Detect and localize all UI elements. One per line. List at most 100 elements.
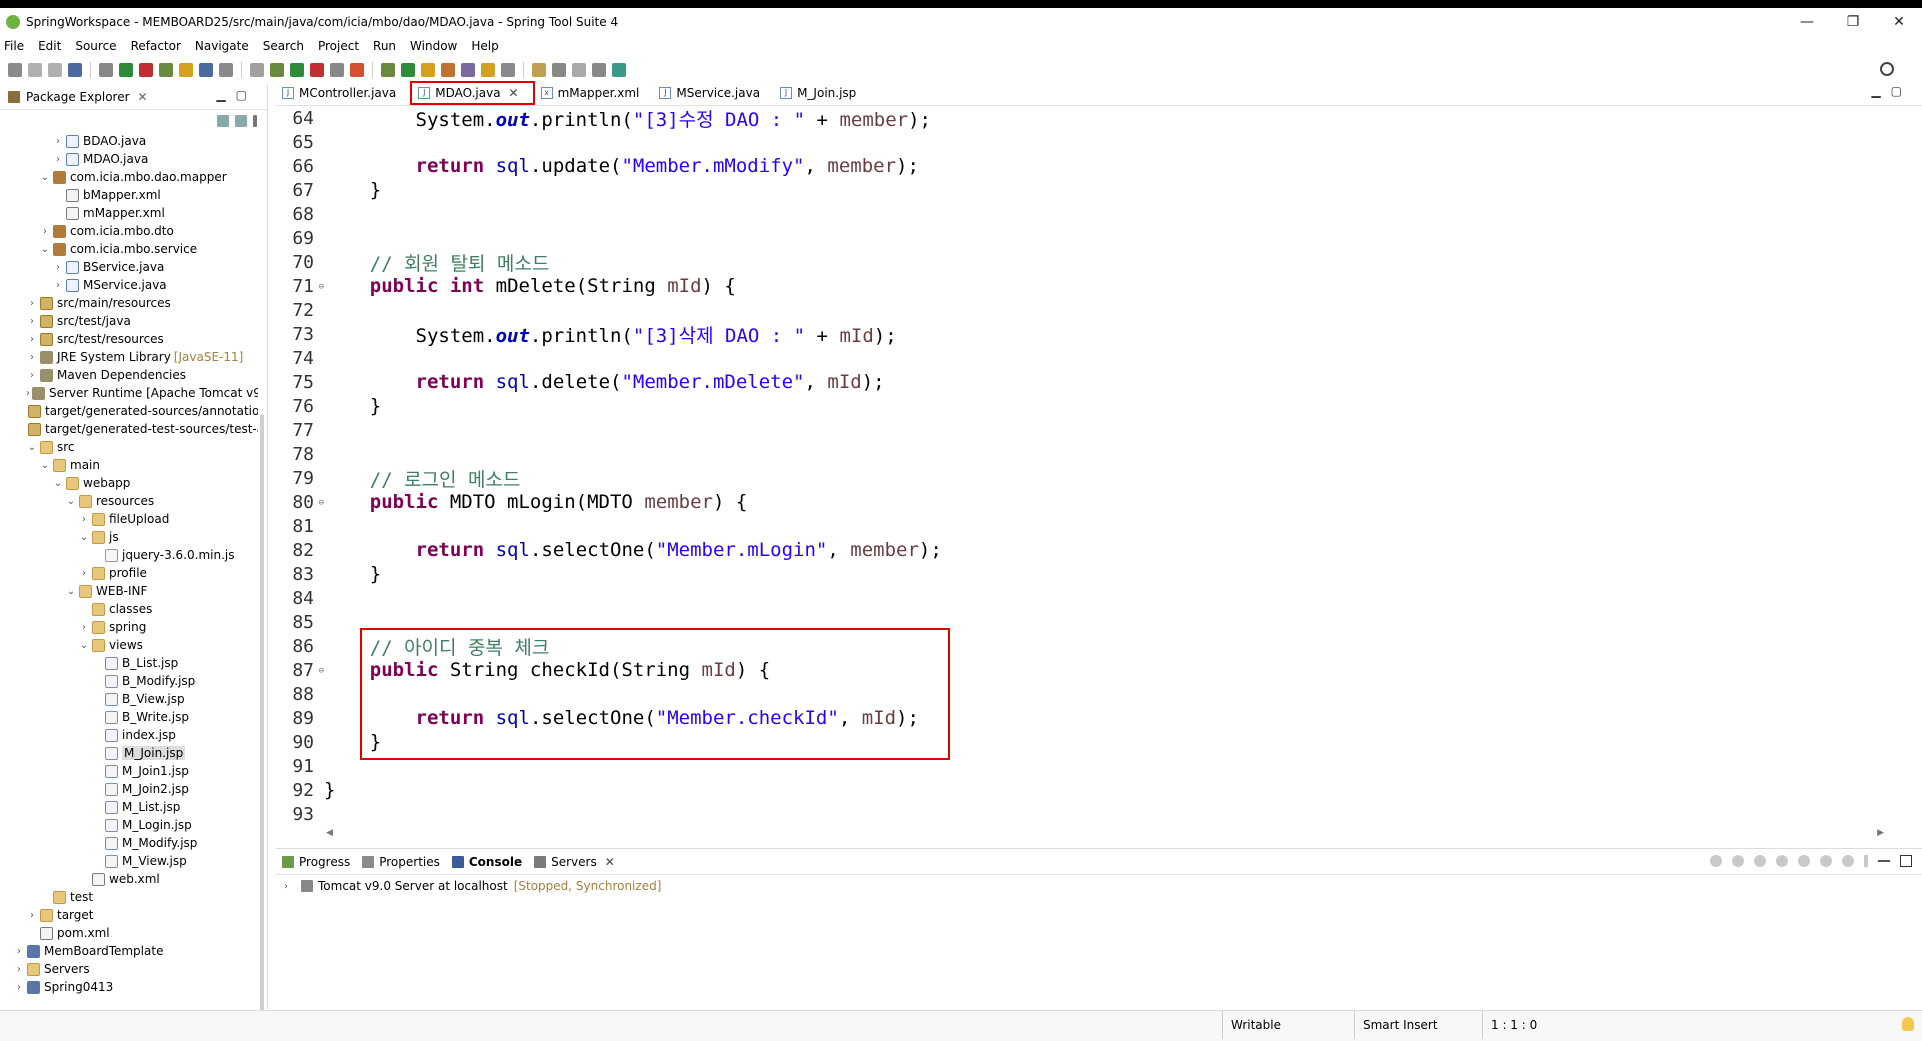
tree-item[interactable]: › src/test/resources: [0, 330, 258, 348]
collapse-icon[interactable]: ⌄: [39, 244, 51, 255]
tree-item[interactable]: › src/main/resources: [0, 294, 258, 312]
spring-icon[interactable]: [139, 63, 153, 77]
close-tab-icon[interactable]: ✕: [509, 86, 519, 100]
code-line[interactable]: 70 // 회원 탈퇴 메소드: [276, 250, 1896, 275]
coverage-icon[interactable]: [179, 63, 193, 77]
tree-item[interactable]: bMapper.xml: [0, 186, 258, 204]
collapse-all-icon[interactable]: [217, 115, 229, 127]
tree-item[interactable]: › BService.java: [0, 258, 258, 276]
editor-tab[interactable]: J MController.java: [276, 81, 410, 105]
expand-icon[interactable]: ›: [52, 280, 64, 291]
close-window-button[interactable]: ✕: [1876, 8, 1922, 36]
scroll-right-icon[interactable]: ▶: [1877, 828, 1884, 838]
perspective-icon-3[interactable]: [592, 63, 606, 77]
collapse-icon[interactable]: ⌄: [78, 532, 90, 543]
collapse-icon[interactable]: ⌄: [39, 460, 51, 471]
expand-icon[interactable]: ›: [78, 514, 90, 525]
editor-tab[interactable]: J MDAO.java ✕: [410, 80, 535, 105]
tab-servers[interactable]: Servers ✕: [534, 855, 615, 869]
tree-item[interactable]: › target: [0, 906, 258, 924]
new-server-icon[interactable]: [270, 63, 284, 77]
server-row[interactable]: › Tomcat v9.0 Server at localhost [Stopp…: [276, 875, 1922, 897]
view-menu-icon[interactable]: [253, 115, 257, 127]
menu-window[interactable]: Window: [410, 39, 457, 53]
fold-icon[interactable]: ⊖: [319, 666, 324, 676]
tree-item[interactable]: ⌄ com.icia.mbo.dao.mapper: [0, 168, 258, 186]
start-server-icon[interactable]: [1754, 855, 1766, 867]
tab-properties[interactable]: Properties: [362, 855, 440, 869]
tree-item[interactable]: target/generated-sources/annotation: [0, 402, 258, 420]
expand-icon[interactable]: ›: [52, 154, 64, 165]
editor-horizontal-scrollbar[interactable]: ◀ ▶: [276, 828, 1888, 838]
perspective-icon-2[interactable]: [572, 63, 586, 77]
close-icon[interactable]: ✕: [138, 90, 148, 104]
open-task-icon[interactable]: [330, 63, 344, 77]
external-tools-icon[interactable]: [250, 63, 264, 77]
tree-vertical-scrollbar[interactable]: [260, 414, 264, 1041]
minimize-view-icon[interactable]: [1878, 860, 1890, 862]
collapse-icon[interactable]: [1710, 855, 1722, 867]
code-line[interactable]: 72: [276, 298, 1896, 322]
tab-progress[interactable]: Progress: [282, 855, 350, 869]
tree-item[interactable]: B_List.jsp: [0, 654, 258, 672]
forward-icon[interactable]: [461, 63, 475, 77]
code-line[interactable]: 64 System.out.println("[3]수정 DAO : " + m…: [276, 106, 1896, 131]
menu-navigate[interactable]: Navigate: [195, 39, 249, 53]
publish-icon[interactable]: [1820, 855, 1832, 867]
tree-item[interactable]: index.jsp: [0, 726, 258, 744]
expand-icon[interactable]: ›: [52, 136, 64, 147]
tree-item[interactable]: M_List.jsp: [0, 798, 258, 816]
tree-item[interactable]: B_Modify.jsp: [0, 672, 258, 690]
new-class-icon[interactable]: [290, 63, 304, 77]
editor-tab[interactable]: J M_Join.jsp: [774, 81, 870, 105]
tree-item[interactable]: web.xml: [0, 870, 258, 888]
code-line[interactable]: 78: [276, 442, 1896, 466]
tree-item[interactable]: › src/test/java: [0, 312, 258, 330]
expand-icon[interactable]: ›: [26, 370, 38, 381]
maximize-button[interactable]: ❐: [1830, 8, 1876, 36]
tree-item[interactable]: M_Join.jsp: [0, 744, 258, 762]
menu-run[interactable]: Run: [373, 39, 396, 53]
collapse-icon[interactable]: ⌄: [39, 172, 51, 183]
pin-editor-icon[interactable]: [501, 63, 515, 77]
terminal-icon[interactable]: [68, 63, 82, 77]
tree-item[interactable]: M_Modify.jsp: [0, 834, 258, 852]
code-line[interactable]: 84: [276, 586, 1896, 610]
expand-icon[interactable]: ›: [26, 334, 38, 345]
collapse-icon[interactable]: ⌄: [52, 478, 64, 489]
back-icon[interactable]: [441, 63, 455, 77]
tree-item[interactable]: B_View.jsp: [0, 690, 258, 708]
skip-breakpoints-icon[interactable]: [99, 63, 113, 77]
code-line[interactable]: 75 return sql.delete("Member.mDelete", m…: [276, 370, 1896, 394]
expand-icon[interactable]: ›: [26, 910, 38, 921]
tree-item[interactable]: › MService.java: [0, 276, 258, 294]
tree-item[interactable]: M_Login.jsp: [0, 816, 258, 834]
collapse-icon[interactable]: ⌄: [65, 586, 77, 597]
tree-item[interactable]: M_Join1.jsp: [0, 762, 258, 780]
tree-item[interactable]: › Maven Dependencies: [0, 366, 258, 384]
tree-item[interactable]: ⌄ js: [0, 528, 258, 546]
tree-item[interactable]: › com.icia.mbo.dto: [0, 222, 258, 240]
stop-icon[interactable]: [219, 63, 233, 77]
code-line[interactable]: 66 return sql.update("Member.mModify", m…: [276, 154, 1896, 178]
tree-item[interactable]: mMapper.xml: [0, 204, 258, 222]
tree-item[interactable]: ⌄ webapp: [0, 474, 258, 492]
code-line[interactable]: 73 System.out.println("[3]삭제 DAO : " + m…: [276, 322, 1896, 347]
code-line[interactable]: 68: [276, 202, 1896, 226]
last-edit-icon[interactable]: [481, 63, 495, 77]
expand-icon[interactable]: ›: [13, 964, 25, 975]
tree-item[interactable]: target/generated-test-sources/test-a: [0, 420, 258, 438]
expand-icon[interactable]: ›: [39, 226, 51, 237]
expand-icon[interactable]: ›: [26, 388, 30, 399]
tree-item[interactable]: › spring: [0, 618, 258, 636]
tree-item[interactable]: B_Write.jsp: [0, 708, 258, 726]
run-icon[interactable]: [199, 63, 213, 77]
expand-icon[interactable]: ›: [26, 316, 38, 327]
tree-item[interactable]: › BDAO.java: [0, 132, 258, 150]
tree-item[interactable]: classes: [0, 600, 258, 618]
tree-item[interactable]: › Server Runtime [Apache Tomcat v9.: [0, 384, 258, 402]
code-line[interactable]: 67 }: [276, 178, 1896, 202]
code-line[interactable]: 69: [276, 226, 1896, 250]
search-icon[interactable]: [350, 63, 364, 77]
code-line[interactable]: 76 }: [276, 394, 1896, 418]
